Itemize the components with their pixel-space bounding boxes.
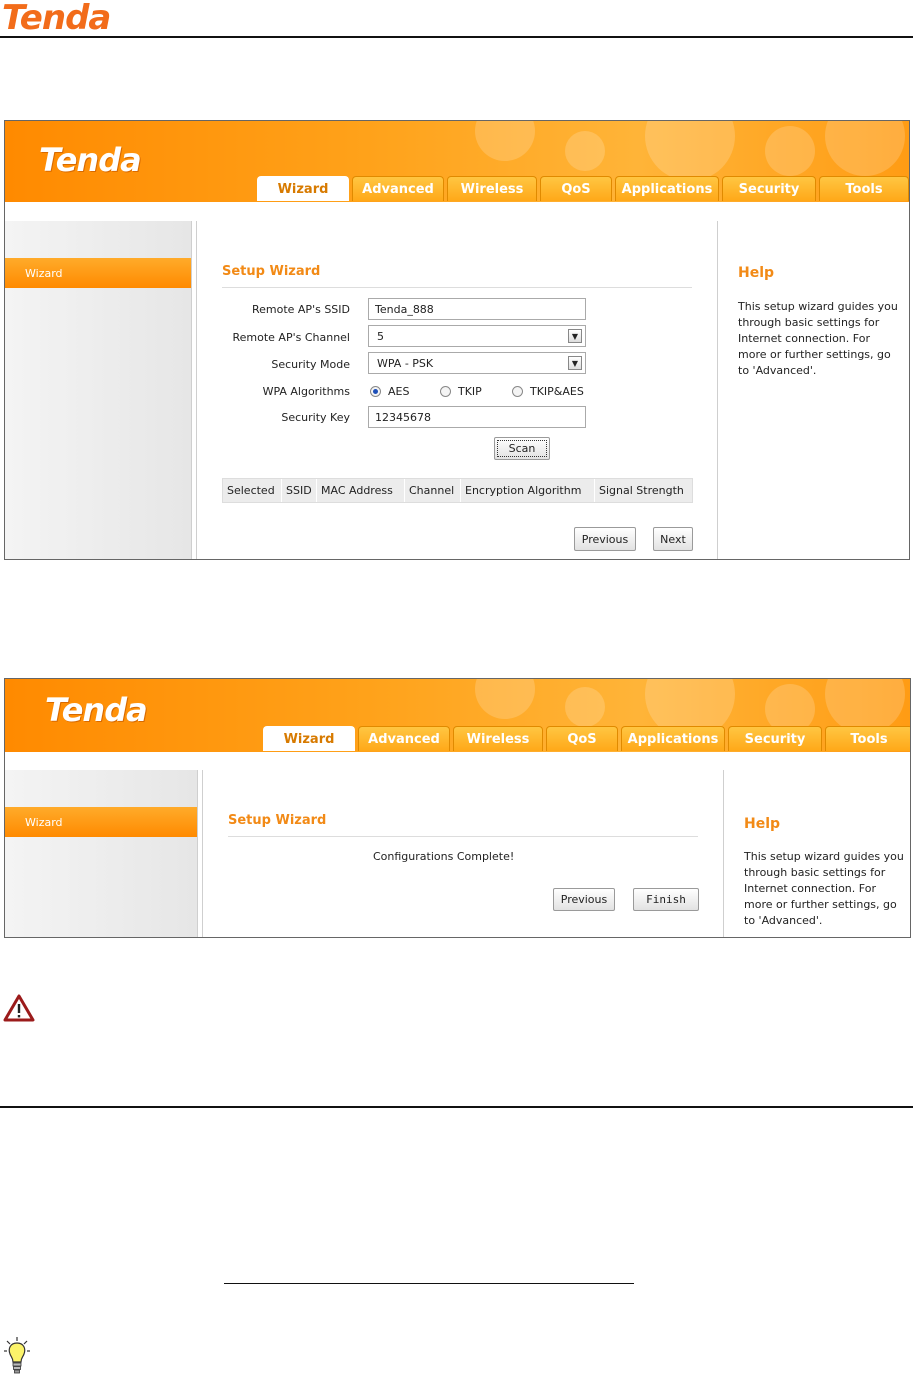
help-panel: Help This setup wizard guides you throug… (719, 221, 909, 559)
help-panel: Help This setup wizard guides you throug… (725, 770, 910, 937)
security-key-input[interactable] (368, 406, 586, 428)
scan-button[interactable]: Scan (494, 437, 550, 460)
configuration-complete-message: Configurations Complete! (373, 850, 515, 863)
dropdown-arrow-icon[interactable]: ▼ (568, 356, 582, 370)
nav-tabs: Wizard Advanced Wireless QoS Application… (257, 176, 909, 201)
tab-wireless[interactable]: Wireless (453, 726, 543, 751)
wpa-algorithms-label: WPA Algorithms (262, 385, 350, 398)
column-header: SSID (282, 479, 317, 502)
tab-tools[interactable]: Tools (825, 726, 910, 751)
security-mode-select[interactable]: WPA - PSK ▼ (368, 352, 586, 374)
tab-advanced[interactable]: Advanced (352, 176, 444, 201)
tab-wireless[interactable]: Wireless (447, 176, 537, 201)
security-key-label: Security Key (281, 411, 350, 424)
radio-aes-label: AES (388, 385, 410, 398)
radio-tkip-label: TKIP (458, 385, 482, 398)
banner: Tenda Wizard Advanced Wireless QoS Appli… (5, 679, 910, 752)
warning-triangle-icon (3, 994, 35, 1022)
radio-aes[interactable] (370, 386, 381, 397)
document-logo: Tenda (2, 0, 111, 38)
channel-value: 5 (377, 329, 384, 343)
help-text: This setup wizard guides you through bas… (744, 850, 904, 927)
radio-tkip-aes[interactable] (512, 386, 523, 397)
section-divider (0, 1106, 913, 1108)
sidebar-item-wizard[interactable]: Wizard (5, 807, 197, 837)
ssid-label: Remote AP's SSID (251, 303, 350, 316)
previous-button[interactable]: Previous (574, 527, 636, 551)
tab-tools[interactable]: Tools (819, 176, 909, 201)
column-header: Channel (405, 479, 461, 502)
radio-tkip-aes-label: TKIP&AES (530, 385, 584, 398)
column-header: Selected (223, 479, 282, 502)
help-title: Help (744, 816, 781, 832)
router-ui-wizard-step: Tenda Wizard Advanced Wireless QoS Appli… (4, 120, 910, 560)
router-ui-wizard-complete: Tenda Wizard Advanced Wireless QoS Appli… (4, 678, 911, 938)
channel-label: Remote AP's Channel (232, 331, 350, 344)
dropdown-arrow-icon[interactable]: ▼ (568, 329, 582, 343)
sidebar: Wizard (5, 221, 192, 559)
header-divider (0, 36, 913, 38)
title-divider (228, 836, 698, 837)
security-mode-label: Security Mode (271, 358, 350, 371)
security-mode-value: WPA - PSK (377, 356, 434, 370)
channel-select[interactable]: 5 ▼ (368, 325, 586, 347)
wpa-algorithm-options: AES TKIP TKIP&AES (370, 385, 584, 398)
tab-wizard[interactable]: Wizard (257, 176, 349, 201)
lightbulb-icon (4, 1337, 30, 1374)
sidebar-item-wizard[interactable]: Wizard (5, 258, 191, 288)
ssid-input[interactable] (368, 298, 586, 320)
help-title: Help (738, 265, 775, 281)
main-panel: Setup Wizard Configurations Complete! Pr… (202, 770, 724, 937)
main-panel: Setup Wizard Remote AP's SSID Remote AP'… (196, 221, 718, 559)
tab-applications[interactable]: Applications (621, 726, 725, 751)
next-button[interactable]: Next (653, 527, 693, 551)
title-divider (222, 287, 692, 288)
tab-qos[interactable]: QoS (540, 176, 612, 201)
section-title: Setup Wizard (222, 264, 321, 279)
help-text: This setup wizard guides you through bas… (738, 300, 898, 377)
column-header: Signal Strength (599, 484, 684, 497)
banner: Tenda Wizard Advanced Wireless QoS Appli… (5, 121, 909, 202)
nav-tabs: Wizard Advanced Wireless QoS Application… (263, 726, 910, 751)
column-header: Encryption Algorithm (461, 479, 595, 502)
tab-qos[interactable]: QoS (546, 726, 618, 751)
tab-security[interactable]: Security (728, 726, 822, 751)
finish-button[interactable]: Finish (633, 888, 699, 911)
tenda-logo: Tenda (39, 141, 142, 179)
section-title: Setup Wizard (228, 813, 327, 828)
tenda-logo: Tenda (45, 691, 148, 729)
tab-applications[interactable]: Applications (615, 176, 719, 201)
tab-wizard[interactable]: Wizard (263, 726, 355, 751)
radio-tkip[interactable] (440, 386, 451, 397)
scan-results-table-header: Selected SSID MAC Address Channel Encryp… (222, 478, 693, 503)
text-underline (224, 1283, 634, 1284)
column-header: MAC Address (317, 479, 405, 502)
previous-button[interactable]: Previous (553, 888, 615, 911)
tab-security[interactable]: Security (722, 176, 816, 201)
sidebar: Wizard (5, 770, 198, 937)
tab-advanced[interactable]: Advanced (358, 726, 450, 751)
